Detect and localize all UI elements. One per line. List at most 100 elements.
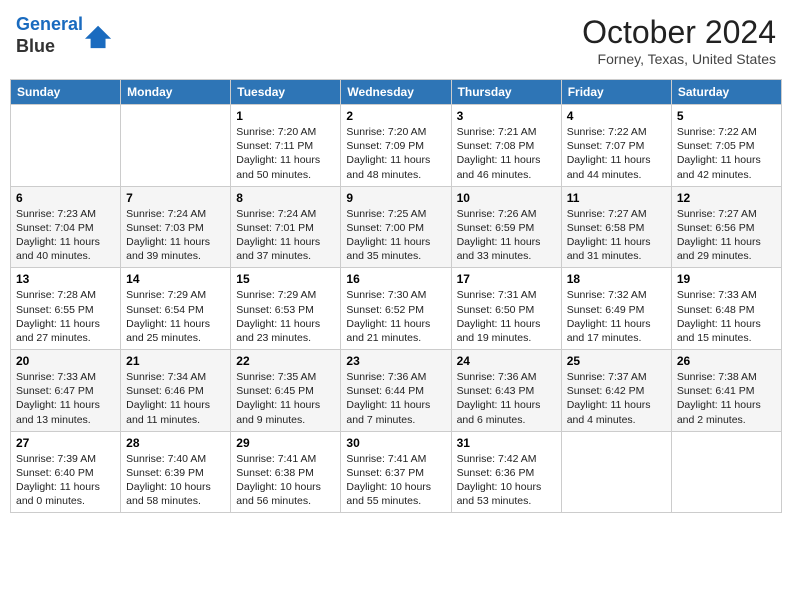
day-info: Sunrise: 7:27 AM Sunset: 6:56 PM Dayligh… (677, 207, 776, 264)
calendar-cell: 29Sunrise: 7:41 AM Sunset: 6:38 PM Dayli… (231, 431, 341, 513)
calendar-cell: 31Sunrise: 7:42 AM Sunset: 6:36 PM Dayli… (451, 431, 561, 513)
day-number: 7 (126, 191, 225, 205)
day-number: 5 (677, 109, 776, 123)
weekday-header-saturday: Saturday (671, 80, 781, 105)
day-info: Sunrise: 7:42 AM Sunset: 6:36 PM Dayligh… (457, 452, 556, 509)
day-info: Sunrise: 7:30 AM Sunset: 6:52 PM Dayligh… (346, 288, 445, 345)
calendar-cell: 20 Sunrise: 7:33 AM Sunset: 6:47 PM Dayli… (11, 350, 121, 432)
calendar-cell: 4 Sunrise: 7:22 AM Sunset: 7:07 PM Daylig… (561, 105, 671, 187)
day-info: Sunrise: 7:29 AM Sunset: 6:54 PM Dayligh… (126, 288, 225, 345)
day-info: Sunrise: 7:33 AM Sunset: 6:47 PM Dayligh… (16, 370, 115, 427)
day-number: 12 (677, 191, 776, 205)
day-number: 11 (567, 191, 666, 205)
day-info: Sunrise: 7:24 AM Sunset: 7:03 PM Dayligh… (126, 207, 225, 264)
calendar-cell: 18Sunrise: 7:32 AM Sunset: 6:49 PM Dayli… (561, 268, 671, 350)
day-number: 9 (346, 191, 445, 205)
calendar-cell: 25Sunrise: 7:37 AM Sunset: 6:42 PM Dayli… (561, 350, 671, 432)
day-number: 3 (457, 109, 556, 123)
calendar-week-3: 13 Sunrise: 7:28 AM Sunset: 6:55 PM Dayli… (11, 268, 782, 350)
weekday-header-row: SundayMondayTuesdayWednesdayThursdayFrid… (11, 80, 782, 105)
page-header: General Blue October 2024 Forney, Texas,… (10, 10, 782, 71)
day-number: 21 (126, 354, 225, 368)
location: Forney, Texas, United States (582, 51, 776, 67)
day-info: Sunrise: 7:36 AM Sunset: 6:43 PM Dayligh… (457, 370, 556, 427)
day-info: Sunrise: 7:39 AM Sunset: 6:40 PM Dayligh… (16, 452, 115, 509)
day-info: Sunrise: 7:29 AM Sunset: 6:53 PM Dayligh… (236, 288, 335, 345)
calendar-cell: 19 Sunrise: 7:33 AM Sunset: 6:48 PM Dayli… (671, 268, 781, 350)
weekday-header-thursday: Thursday (451, 80, 561, 105)
day-info: Sunrise: 7:26 AM Sunset: 6:59 PM Dayligh… (457, 207, 556, 264)
calendar-cell: 13 Sunrise: 7:28 AM Sunset: 6:55 PM Dayli… (11, 268, 121, 350)
calendar-cell (671, 431, 781, 513)
weekday-header-sunday: Sunday (11, 80, 121, 105)
calendar-cell: 16 Sunrise: 7:30 AM Sunset: 6:52 PM Dayli… (341, 268, 451, 350)
logo-icon (85, 22, 113, 50)
day-number: 16 (346, 272, 445, 286)
calendar-week-2: 6Sunrise: 7:23 AM Sunset: 7:04 PM Daylig… (11, 186, 782, 268)
day-info: Sunrise: 7:35 AM Sunset: 6:45 PM Dayligh… (236, 370, 335, 427)
calendar-cell: 7 Sunrise: 7:24 AM Sunset: 7:03 PM Daylig… (121, 186, 231, 268)
day-number: 26 (677, 354, 776, 368)
weekday-header-wednesday: Wednesday (341, 80, 451, 105)
day-info: Sunrise: 7:31 AM Sunset: 6:50 PM Dayligh… (457, 288, 556, 345)
calendar-cell: 1Sunrise: 7:20 AM Sunset: 7:11 PM Daylig… (231, 105, 341, 187)
calendar-cell (561, 431, 671, 513)
day-info: Sunrise: 7:40 AM Sunset: 6:39 PM Dayligh… (126, 452, 225, 509)
day-number: 15 (236, 272, 335, 286)
calendar-cell: 23 Sunrise: 7:36 AM Sunset: 6:44 PM Dayli… (341, 350, 451, 432)
day-number: 23 (346, 354, 445, 368)
calendar-cell (11, 105, 121, 187)
calendar-cell: 14Sunrise: 7:29 AM Sunset: 6:54 PM Dayli… (121, 268, 231, 350)
calendar-table: SundayMondayTuesdayWednesdayThursdayFrid… (10, 79, 782, 513)
day-info: Sunrise: 7:33 AM Sunset: 6:48 PM Dayligh… (677, 288, 776, 345)
calendar-week-4: 20 Sunrise: 7:33 AM Sunset: 6:47 PM Dayli… (11, 350, 782, 432)
day-info: Sunrise: 7:28 AM Sunset: 6:55 PM Dayligh… (16, 288, 115, 345)
calendar-cell: 26 Sunrise: 7:38 AM Sunset: 6:41 PM Dayli… (671, 350, 781, 432)
day-info: Sunrise: 7:41 AM Sunset: 6:37 PM Dayligh… (346, 452, 445, 509)
calendar-cell (121, 105, 231, 187)
calendar-cell: 5Sunrise: 7:22 AM Sunset: 7:05 PM Daylig… (671, 105, 781, 187)
month-title: October 2024 (582, 14, 776, 51)
calendar-cell: 27 Sunrise: 7:39 AM Sunset: 6:40 PM Dayli… (11, 431, 121, 513)
day-info: Sunrise: 7:25 AM Sunset: 7:00 PM Dayligh… (346, 207, 445, 264)
day-number: 10 (457, 191, 556, 205)
logo-text: General Blue (16, 14, 83, 57)
calendar-cell: 10 Sunrise: 7:26 AM Sunset: 6:59 PM Dayli… (451, 186, 561, 268)
day-number: 6 (16, 191, 115, 205)
calendar-cell: 24 Sunrise: 7:36 AM Sunset: 6:43 PM Dayli… (451, 350, 561, 432)
day-info: Sunrise: 7:27 AM Sunset: 6:58 PM Dayligh… (567, 207, 666, 264)
logo: General Blue (16, 14, 113, 57)
calendar-cell: 28Sunrise: 7:40 AM Sunset: 6:39 PM Dayli… (121, 431, 231, 513)
day-number: 20 (16, 354, 115, 368)
calendar-cell: 15 Sunrise: 7:29 AM Sunset: 6:53 PM Dayli… (231, 268, 341, 350)
calendar-week-1: 1Sunrise: 7:20 AM Sunset: 7:11 PM Daylig… (11, 105, 782, 187)
weekday-header-tuesday: Tuesday (231, 80, 341, 105)
day-number: 24 (457, 354, 556, 368)
calendar-cell: 3 Sunrise: 7:21 AM Sunset: 7:08 PM Daylig… (451, 105, 561, 187)
day-number: 29 (236, 436, 335, 450)
calendar-week-5: 27 Sunrise: 7:39 AM Sunset: 6:40 PM Dayli… (11, 431, 782, 513)
day-info: Sunrise: 7:36 AM Sunset: 6:44 PM Dayligh… (346, 370, 445, 427)
day-number: 4 (567, 109, 666, 123)
calendar-cell: 6Sunrise: 7:23 AM Sunset: 7:04 PM Daylig… (11, 186, 121, 268)
day-number: 25 (567, 354, 666, 368)
day-info: Sunrise: 7:22 AM Sunset: 7:07 PM Dayligh… (567, 125, 666, 182)
day-number: 2 (346, 109, 445, 123)
day-number: 19 (677, 272, 776, 286)
calendar-cell: 21Sunrise: 7:34 AM Sunset: 6:46 PM Dayli… (121, 350, 231, 432)
calendar-cell: 9 Sunrise: 7:25 AM Sunset: 7:00 PM Daylig… (341, 186, 451, 268)
title-area: October 2024 Forney, Texas, United State… (582, 14, 776, 67)
day-number: 13 (16, 272, 115, 286)
day-number: 27 (16, 436, 115, 450)
day-info: Sunrise: 7:21 AM Sunset: 7:08 PM Dayligh… (457, 125, 556, 182)
day-number: 17 (457, 272, 556, 286)
calendar-cell: 30Sunrise: 7:41 AM Sunset: 6:37 PM Dayli… (341, 431, 451, 513)
day-info: Sunrise: 7:20 AM Sunset: 7:11 PM Dayligh… (236, 125, 335, 182)
calendar-cell: 11 Sunrise: 7:27 AM Sunset: 6:58 PM Dayli… (561, 186, 671, 268)
calendar-cell: 17 Sunrise: 7:31 AM Sunset: 6:50 PM Dayli… (451, 268, 561, 350)
calendar-cell: 8Sunrise: 7:24 AM Sunset: 7:01 PM Daylig… (231, 186, 341, 268)
calendar-cell: 2Sunrise: 7:20 AM Sunset: 7:09 PM Daylig… (341, 105, 451, 187)
day-number: 8 (236, 191, 335, 205)
weekday-header-monday: Monday (121, 80, 231, 105)
day-info: Sunrise: 7:38 AM Sunset: 6:41 PM Dayligh… (677, 370, 776, 427)
